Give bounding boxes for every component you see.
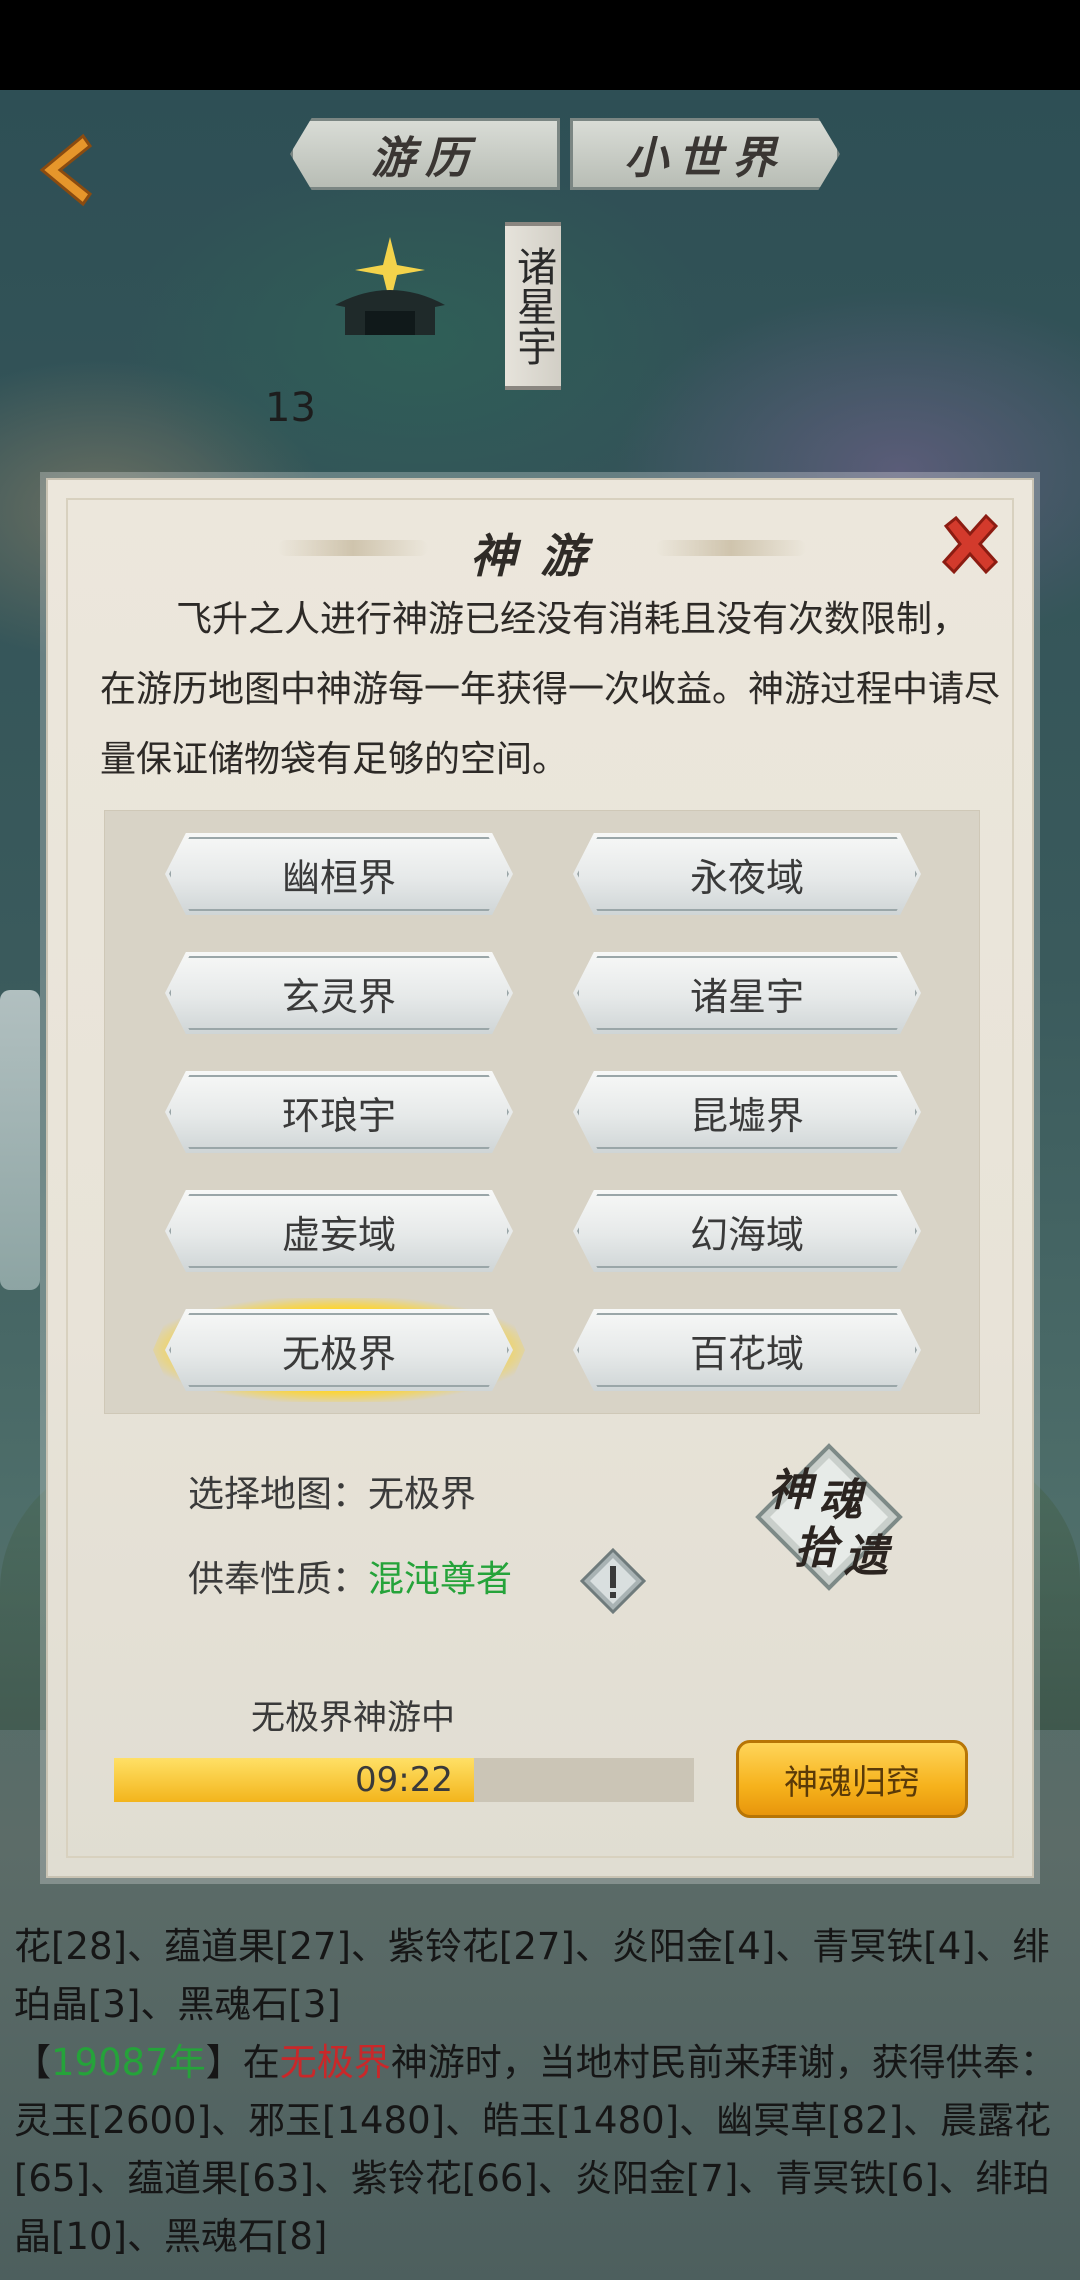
log-year: 19087年 bbox=[51, 2041, 206, 2084]
progress-time: 09:22 bbox=[355, 1760, 453, 1800]
offering-value: 混沌尊者 bbox=[368, 1559, 513, 1600]
log-text: 在 bbox=[242, 2041, 280, 2084]
map-option[interactable]: 幽桓界 bbox=[165, 833, 513, 915]
close-button[interactable] bbox=[938, 512, 1002, 576]
back-arrow-icon bbox=[39, 133, 93, 207]
map-option[interactable]: 百花域 bbox=[573, 1309, 921, 1391]
map-location-label: 诸星宇 bbox=[505, 222, 561, 390]
map-option[interactable]: 环琅宇 bbox=[165, 1071, 513, 1153]
event-log: 花[28]、蕴道果[27]、紫铃花[27]、炎阳金[4]、青冥铁[4]、绯珀晶[… bbox=[14, 1918, 1066, 2266]
travel-progress-bar: 09:22 bbox=[114, 1758, 694, 1802]
map-option[interactable]: 玄灵界 bbox=[165, 952, 513, 1034]
info-button[interactable] bbox=[579, 1547, 647, 1615]
map-option[interactable]: 幻海域 bbox=[573, 1190, 921, 1272]
log-bracket: 【 bbox=[14, 2041, 51, 2084]
map-option[interactable]: 诸星宇 bbox=[573, 952, 921, 1034]
map-option-selected[interactable]: 无极界 bbox=[165, 1309, 513, 1391]
selected-map-value: 无极界 bbox=[368, 1474, 477, 1515]
status-bar bbox=[0, 0, 1080, 90]
tab-travel[interactable]: 游历 bbox=[290, 118, 560, 190]
dialog-title: 神游 bbox=[470, 529, 610, 583]
spirit-travel-dialog: 神游 飞升之人进行神游已经没有消耗且没有次数限制，在游历地图中神游每一年获得一次… bbox=[46, 478, 1034, 1878]
pavilion-icon bbox=[335, 237, 445, 335]
back-button[interactable] bbox=[28, 130, 98, 210]
soul-button-char: 神 bbox=[768, 1465, 812, 1516]
log-entry: 【19087年】在无极界神游时，当地村民前来拜谢，获得供奉：灵玉[2600]、邪… bbox=[14, 2034, 1066, 2266]
dialog-description: 飞升之人进行神游已经没有消耗且没有次数限制，在游历地图中神游每一年获得一次收益。… bbox=[100, 599, 1001, 780]
map-location-marker[interactable] bbox=[325, 235, 455, 345]
progress-status-label: 无极界神游中 bbox=[251, 1698, 455, 1738]
waterfall-decoration bbox=[0, 990, 40, 1290]
map-selection-grid: 幽桓界 永夜域 玄灵界 诸星宇 环琅宇 昆墟界 虚妄域 幻海域 无极界 百花域 bbox=[104, 810, 980, 1414]
log-place: 无极界 bbox=[279, 2041, 391, 2084]
map-option[interactable]: 永夜域 bbox=[573, 833, 921, 915]
selected-map-row: 选择地图：无极界 bbox=[188, 1465, 476, 1517]
log-line: 花[28]、蕴道果[27]、紫铃花[27]、炎阳金[4]、青冥铁[4]、绯珀晶[… bbox=[14, 1925, 1050, 2026]
selected-map-label: 选择地图： bbox=[188, 1474, 369, 1515]
soul-pickup-button[interactable]: 神 魂 拾 遗 bbox=[754, 1442, 904, 1592]
soul-button-char: 拾 bbox=[794, 1523, 838, 1574]
close-icon bbox=[941, 513, 999, 575]
log-bracket: 】 bbox=[205, 2041, 243, 2084]
return-soul-button[interactable]: 神魂归窍 bbox=[736, 1740, 968, 1818]
map-option[interactable]: 虚妄域 bbox=[165, 1190, 513, 1272]
offering-row: 供奉性质：混沌尊者 bbox=[188, 1550, 512, 1602]
soul-button-char: 遗 bbox=[844, 1531, 888, 1582]
exclamation-icon bbox=[579, 1547, 647, 1615]
map-level-number: 13 bbox=[265, 385, 316, 431]
top-tabs: 游历 小世界 bbox=[290, 118, 850, 196]
map-option[interactable]: 昆墟界 bbox=[573, 1071, 921, 1153]
offering-label: 供奉性质： bbox=[188, 1559, 369, 1600]
tab-small-world[interactable]: 小世界 bbox=[570, 118, 840, 190]
